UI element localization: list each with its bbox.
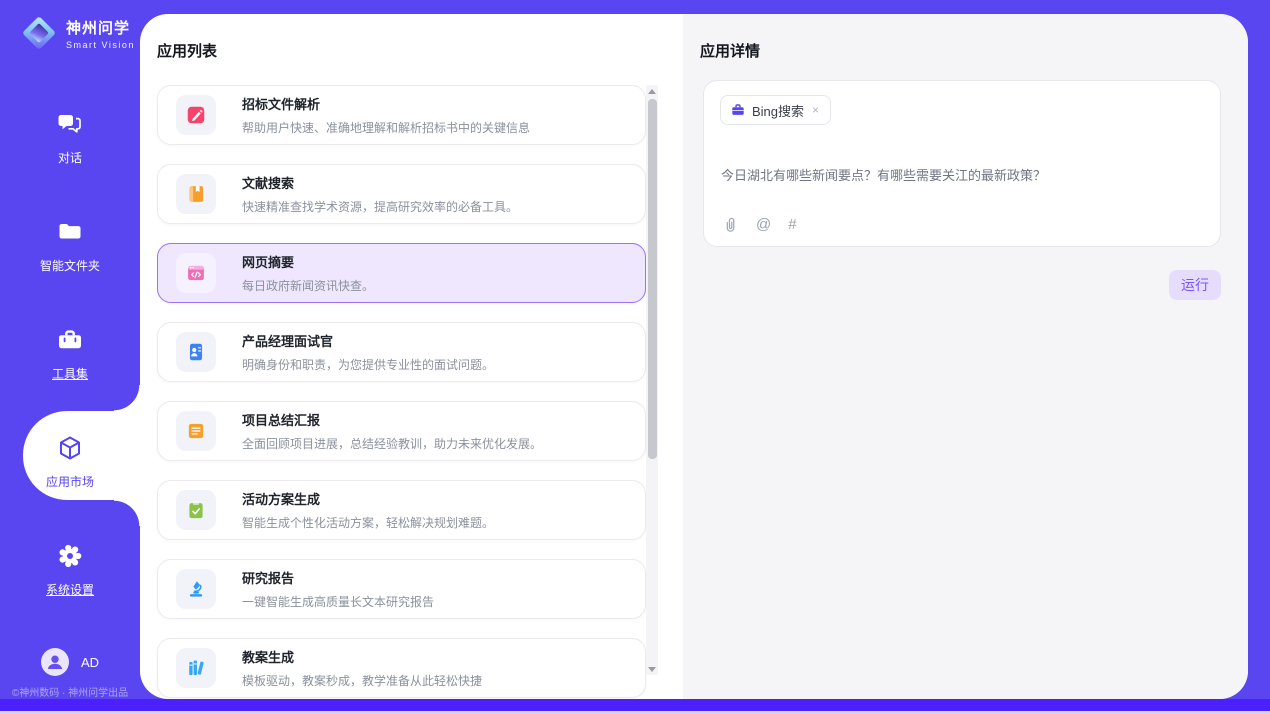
- avatar[interactable]: [41, 648, 69, 676]
- list-item[interactable]: 文献搜索 快速精准查找学术资源，提高研究效率的必备工具。: [157, 164, 646, 224]
- bubble-fillet-bottom: [114, 500, 140, 526]
- user-row[interactable]: AD: [0, 648, 140, 676]
- list-item[interactable]: 活动方案生成 智能生成个性化活动方案，轻松解决规划难题。: [157, 480, 646, 540]
- app-desc: 智能生成个性化活动方案，轻松解决规划难题。: [242, 514, 494, 531]
- app-desc: 快速精准查找学术资源，提高研究效率的必备工具。: [242, 198, 518, 215]
- mention-icon[interactable]: @: [756, 216, 771, 233]
- user-name: AD: [81, 655, 99, 670]
- plan-icon: [176, 490, 216, 530]
- app-title: 项目总结汇报: [242, 410, 542, 429]
- gear-icon: [56, 542, 84, 570]
- app-title: 产品经理面试官: [242, 331, 494, 350]
- app-desc: 一键智能生成高质量长文本研究报告: [242, 593, 434, 610]
- webpage-icon: [176, 253, 216, 293]
- chat-icon: [56, 110, 84, 138]
- research-icon: [176, 569, 216, 609]
- prompt-card: Bing搜索 × 今日湖北有哪些新闻要点？有哪些需要关江的最新政策？ @ #: [703, 80, 1221, 247]
- attachment-icon[interactable]: [721, 215, 739, 233]
- app-desc: 全面回顾项目进展，总结经验教训，助力未来优化发展。: [242, 435, 542, 452]
- chip-close-icon[interactable]: ×: [811, 103, 820, 117]
- brand-name: 神州问学: [66, 17, 135, 38]
- sidebar-item-chat[interactable]: 对话: [0, 110, 140, 166]
- app-desc: 模板驱动，教案秒成，教学准备从此轻松快捷: [242, 672, 482, 689]
- brand-logo-icon: [20, 14, 58, 52]
- sidebar: 神州问学 Smart Vision 对话 智能文件夹 工具集 应用市场 系统设置…: [0, 0, 140, 699]
- sidebar-item-label: 工具集: [0, 365, 140, 382]
- sidebar-item-label: 智能文件夹: [0, 257, 140, 274]
- bubble-fillet-top: [114, 385, 140, 411]
- folder-icon: [56, 218, 84, 246]
- app-detail-title: 应用详情: [700, 40, 760, 61]
- sidebar-footer: ©神州数码 · 神州问学出品: [0, 684, 140, 699]
- list-item[interactable]: 产品经理面试官 明确身份和职责，为您提供专业性的面试问题。: [157, 322, 646, 382]
- cube-icon: [56, 434, 84, 462]
- brand: 神州问学 Smart Vision: [20, 14, 135, 52]
- app-desc: 帮助用户快速、准确地理解和解析招标书中的关键信息: [242, 119, 530, 136]
- briefcase-icon: [731, 103, 745, 117]
- app-title: 招标文件解析: [242, 94, 530, 113]
- input-toolbar: @ #: [721, 215, 797, 233]
- scroll-up-arrow-icon[interactable]: [646, 85, 658, 97]
- brand-subtitle: Smart Vision: [66, 40, 135, 50]
- list-item[interactable]: 研究报告 一键智能生成高质量长文本研究报告: [157, 559, 646, 619]
- app-list-title: 应用列表: [157, 40, 217, 61]
- app-title: 网页摘要: [242, 252, 374, 271]
- toolbox-icon: [56, 326, 84, 354]
- list-item[interactable]: 项目总结汇报 全面回顾项目进展，总结经验教训，助力未来优化发展。: [157, 401, 646, 461]
- scrollbar-thumb[interactable]: [648, 99, 657, 459]
- run-button[interactable]: 运行: [1169, 270, 1221, 300]
- sidebar-item-label: 对话: [0, 149, 140, 166]
- bottom-bar: [0, 699, 1270, 711]
- edit-icon: [176, 95, 216, 135]
- sidebar-item-label: 应用市场: [0, 473, 140, 490]
- app-title: 教案生成: [242, 647, 482, 666]
- sidebar-item-cube[interactable]: 应用市场: [0, 434, 140, 490]
- app-desc: 明确身份和职责，为您提供专业性的面试问题。: [242, 356, 494, 373]
- sidebar-item-label: 系统设置: [0, 581, 140, 598]
- app-list-scrollbar[interactable]: [646, 85, 658, 675]
- app-title: 研究报告: [242, 568, 434, 587]
- app-title: 活动方案生成: [242, 489, 494, 508]
- list-item[interactable]: 招标文件解析 帮助用户快速、准确地理解和解析招标书中的关键信息: [157, 85, 646, 145]
- hash-icon[interactable]: #: [788, 216, 796, 233]
- app-detail-panel: 应用详情 Bing搜索 × 今日湖北有哪些新闻要点？有哪些需要关江的最新政策？ …: [683, 14, 1248, 699]
- app-title: 文献搜索: [242, 173, 518, 192]
- sidebar-item-gear[interactable]: 系统设置: [0, 542, 140, 598]
- query-input[interactable]: 今日湖北有哪些新闻要点？有哪些需要关江的最新政策？: [721, 165, 1204, 184]
- sidebar-item-folder[interactable]: 智能文件夹: [0, 218, 140, 274]
- tool-chip-bing-search[interactable]: Bing搜索 ×: [720, 95, 831, 125]
- interviewer-icon: [176, 332, 216, 372]
- list-item[interactable]: 网页摘要 每日政府新闻资讯快查。: [157, 243, 646, 303]
- book-icon: [176, 174, 216, 214]
- app-desc: 每日政府新闻资讯快查。: [242, 277, 374, 294]
- main-content: 应用列表 招标文件解析 帮助用户快速、准确地理解和解析招标书中的关键信息 文献搜…: [140, 14, 1248, 699]
- person-icon: [41, 648, 69, 676]
- tool-chip-label: Bing搜索: [752, 101, 804, 120]
- scroll-down-arrow-icon[interactable]: [646, 663, 658, 675]
- sidebar-item-toolbox[interactable]: 工具集: [0, 326, 140, 382]
- lesson-icon: [176, 648, 216, 688]
- list-item[interactable]: 教案生成 模板驱动，教案秒成，教学准备从此轻松快捷: [157, 638, 646, 698]
- app-list: 招标文件解析 帮助用户快速、准确地理解和解析招标书中的关键信息 文献搜索 快速精…: [157, 85, 646, 699]
- summary-icon: [176, 411, 216, 451]
